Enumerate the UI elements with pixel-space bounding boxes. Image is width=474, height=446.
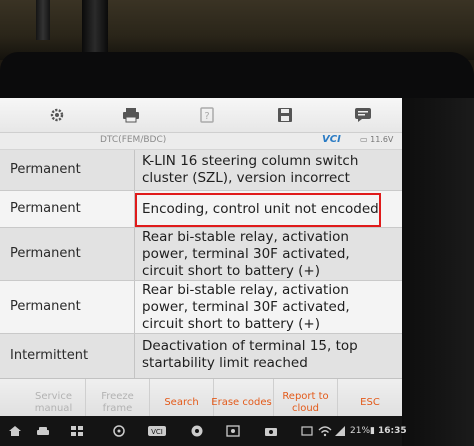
table-row[interactable]: Permanent Rear bi-stable relay, activati… xyxy=(0,281,402,334)
clock: 16:35 xyxy=(378,426,407,436)
dtc-description: Deactivation of terminal 15, top startab… xyxy=(142,338,358,371)
dtc-description: Rear bi-stable relay, activation power, … xyxy=(142,282,350,332)
chat-icon[interactable] xyxy=(354,106,372,124)
car-icon[interactable] xyxy=(36,425,50,437)
battery-percent: 21% xyxy=(350,426,371,436)
top-toolbar: ? xyxy=(0,98,402,133)
column-divider xyxy=(134,228,135,280)
screenshot-icon[interactable] xyxy=(226,425,240,437)
column-divider xyxy=(134,334,135,378)
dtc-status: Permanent xyxy=(10,162,81,177)
tablet-screen: ? DTC(FEM/BDC) VCI ▭ 11.6V Permanent K-L… xyxy=(0,98,402,426)
highlight-box xyxy=(135,193,381,227)
dtc-description: K-LIN 16 steering column switch cluster … xyxy=(142,153,359,186)
dtc-status: Intermittent xyxy=(10,348,89,363)
table-row[interactable]: Intermittent Deactivation of terminal 15… xyxy=(0,334,402,379)
signal-icon xyxy=(334,425,348,437)
vci-icon[interactable]: VCI xyxy=(148,425,166,437)
tablet-bezel-side xyxy=(402,98,474,446)
background-wall xyxy=(0,0,474,60)
table-row[interactable]: Permanent Rear bi-stable relay, activati… xyxy=(0,228,402,281)
system-status-bar: VCI 21% ▮ 16:35 xyxy=(0,416,407,446)
dtc-description: Rear bi-stable relay, activation power, … xyxy=(142,229,350,279)
vci-connection-indicator: VCI xyxy=(322,134,341,145)
save-icon[interactable] xyxy=(276,106,294,124)
svg-text:?: ? xyxy=(204,111,209,122)
chrome-icon[interactable] xyxy=(190,425,204,437)
printer-icon[interactable] xyxy=(122,106,140,124)
table-row[interactable]: Permanent K-LIN 16 steering column switc… xyxy=(0,150,402,191)
breadcrumb: DTC(FEM/BDC) xyxy=(100,135,167,145)
svg-text:VCI: VCI xyxy=(151,428,163,436)
home-icon[interactable] xyxy=(8,425,22,437)
steering-wheel-icon[interactable] xyxy=(112,425,126,437)
dtc-status: Permanent xyxy=(10,201,81,216)
apps-icon[interactable] xyxy=(70,425,84,437)
breadcrumb-bar: DTC(FEM/BDC) VCI ▭ 11.6V xyxy=(0,133,402,150)
column-divider xyxy=(134,281,135,333)
vehicle-voltage: ▭ 11.6V xyxy=(360,135,394,144)
battery-icon: ▮ xyxy=(370,426,375,436)
battery-icon: ▭ xyxy=(360,135,371,144)
dtc-status: Permanent xyxy=(10,299,81,314)
cable xyxy=(36,0,50,40)
column-divider xyxy=(134,150,135,190)
wifi-icon xyxy=(318,425,332,437)
camera-icon[interactable] xyxy=(264,425,278,437)
dtc-status: Permanent xyxy=(10,246,81,261)
notification-icon xyxy=(300,425,314,437)
gear-icon[interactable] xyxy=(48,106,66,124)
help-icon[interactable]: ? xyxy=(198,106,216,124)
